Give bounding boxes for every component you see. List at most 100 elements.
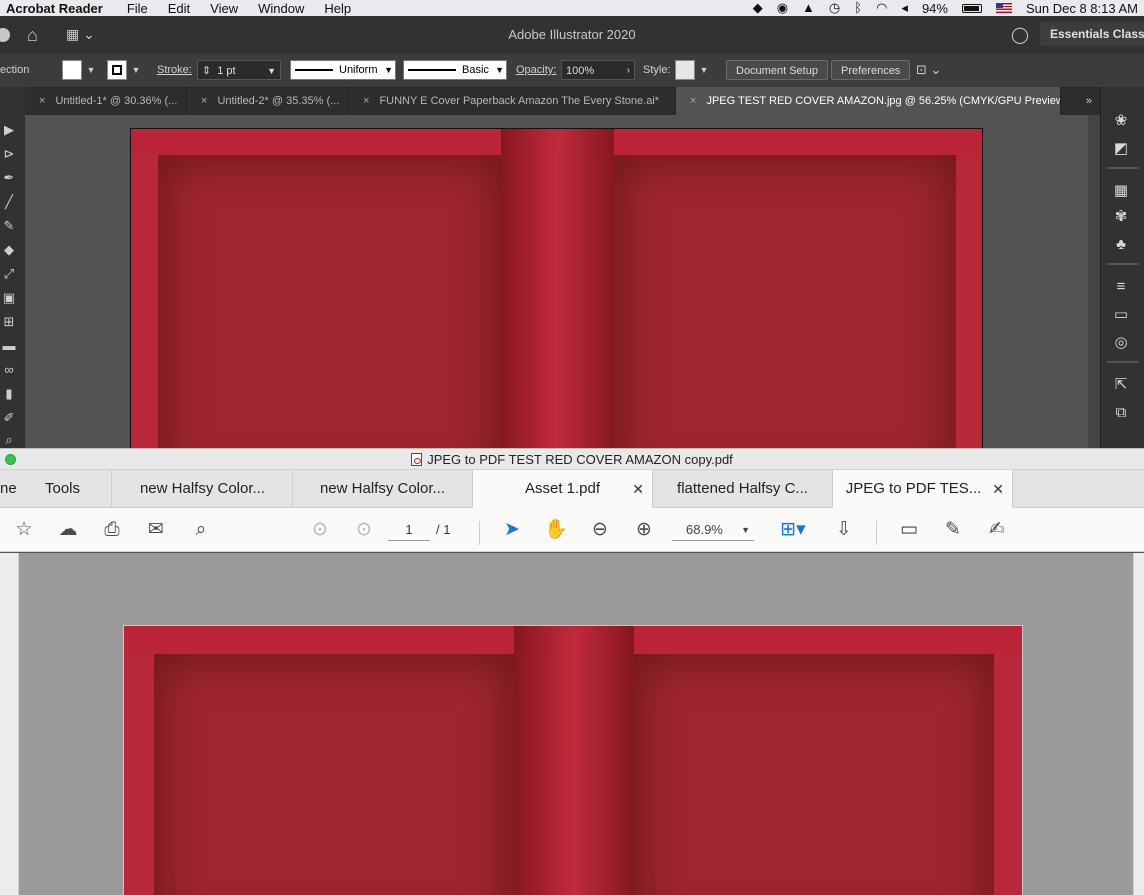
line-tool-icon[interactable]: ╱ xyxy=(0,193,18,211)
style-swatch[interactable] xyxy=(675,60,695,80)
email-icon[interactable]: ✉ xyxy=(144,518,168,542)
close-icon[interactable]: × xyxy=(39,95,45,107)
menubar-app-name[interactable]: Acrobat Reader xyxy=(6,1,103,16)
tab-home[interactable]: ne xyxy=(0,470,22,508)
tab-untitled-2[interactable]: × Untitled-2* @ 35.35% (... xyxy=(187,87,349,115)
scale-tool-icon[interactable]: ⤢ xyxy=(0,265,18,283)
gradient-panel-icon[interactable]: ▭ xyxy=(1111,305,1131,325)
input-source-flag-icon[interactable] xyxy=(995,3,1012,13)
tab-jpeg-to-pdf-test[interactable]: JPEG to PDF TES... ✕ xyxy=(833,470,1013,508)
blend-tool-icon[interactable]: ∞ xyxy=(0,361,18,379)
transparency-icon[interactable]: ◎ xyxy=(1111,333,1131,353)
stroke-swatch[interactable] xyxy=(107,60,127,80)
workspace-switcher[interactable]: Essentials Classic xyxy=(1040,22,1144,46)
export-icon[interactable]: ⇱ xyxy=(1111,375,1131,395)
tab-funny-e-cover[interactable]: × FUNNY E Cover Paperback Amazon The Ever… xyxy=(349,87,676,115)
notification-icon[interactable]: ▲ xyxy=(802,0,815,16)
direct-selection-tool-icon[interactable]: ⊳ xyxy=(0,145,18,163)
free-transform-tool-icon[interactable]: ▣ xyxy=(0,289,18,307)
chevron-down-icon[interactable]: ▼ xyxy=(741,519,750,541)
opacity-label[interactable]: Opacity: xyxy=(516,60,556,80)
hand-tool-icon[interactable]: ✋ xyxy=(544,518,568,542)
bluetooth-icon[interactable]: ᛒ xyxy=(854,0,862,16)
fill-swatch[interactable] xyxy=(62,60,82,80)
tab-new-halfsy-color-1[interactable]: new Halfsy Color... xyxy=(113,470,293,508)
gradient-tool-icon[interactable]: ▬ xyxy=(0,337,18,355)
battery-icon[interactable] xyxy=(961,3,982,13)
tab-jpeg-test-red-cover[interactable]: × JPEG TEST RED COVER AMAZON.jpg @ 56.25%… xyxy=(676,87,1061,115)
color-panel-icon[interactable]: ❀ xyxy=(1111,111,1131,131)
artboards-icon[interactable]: ⧉ xyxy=(1111,403,1131,423)
color-guide-icon[interactable]: ◩ xyxy=(1111,139,1131,159)
menu-view[interactable]: View xyxy=(210,1,238,16)
print-icon[interactable]: ⎙ xyxy=(100,518,124,542)
page-number-input[interactable]: 1 xyxy=(388,519,430,541)
brushes-icon[interactable]: ✾ xyxy=(1111,207,1131,227)
volume-icon[interactable]: ◂ xyxy=(901,0,908,16)
stroke-dropdown-icon[interactable]: ▼ xyxy=(129,60,143,80)
brush-tool-icon[interactable]: ✎ xyxy=(0,217,18,235)
select-cursor-icon[interactable]: ➤ xyxy=(500,518,524,542)
close-icon[interactable]: ✕ xyxy=(632,470,644,508)
close-icon[interactable]: ✕ xyxy=(992,470,1004,507)
menu-file[interactable]: File xyxy=(127,1,148,16)
stepper-icon[interactable]: ⇕ xyxy=(202,65,211,77)
brush-definition[interactable]: Basic ▼ xyxy=(403,60,507,80)
tab-flattened-halfsy[interactable]: flattened Halfsy C... xyxy=(653,470,833,508)
fill-dropdown-icon[interactable]: ▼ xyxy=(84,60,98,80)
graph-tool-icon[interactable]: ▮ xyxy=(0,385,18,403)
dropbox-icon[interactable]: ◆ xyxy=(753,0,763,16)
pen-tool-icon[interactable]: ✒ xyxy=(0,169,18,187)
menu-edit[interactable]: Edit xyxy=(168,1,190,16)
tab-untitled-1[interactable]: × Untitled-1* @ 30.36% (... xyxy=(25,87,187,115)
creative-cloud-icon[interactable]: ◉ xyxy=(777,0,788,16)
close-icon[interactable]: × xyxy=(690,95,696,107)
menu-help[interactable]: Help xyxy=(324,1,351,16)
tab-new-halfsy-color-2[interactable]: new Halfsy Color... xyxy=(293,470,473,508)
tab-tools[interactable]: Tools xyxy=(22,470,112,508)
mesh-tool-icon[interactable]: ⊞ xyxy=(0,313,18,331)
scroll-mode-icon[interactable]: ⇩ xyxy=(832,518,856,542)
style-dropdown-icon[interactable]: ▼ xyxy=(697,60,711,80)
stroke-weight-field[interactable]: ⇕ 1 pt ▼ xyxy=(197,60,281,80)
time-machine-icon[interactable]: ◷ xyxy=(829,0,840,16)
variable-width-profile[interactable]: Uniform ▼ xyxy=(290,60,396,80)
preferences-button[interactable]: Preferences xyxy=(831,60,911,80)
left-navigation-pane[interactable] xyxy=(0,553,19,895)
right-pane-edge[interactable] xyxy=(1133,553,1144,895)
acrobat-document-view[interactable] xyxy=(0,553,1144,895)
zoom-tool-icon[interactable]: ⌕ xyxy=(0,431,18,449)
previous-page-icon[interactable]: ⊙ xyxy=(308,518,332,542)
selection-tool-icon[interactable]: ▶ xyxy=(0,121,18,139)
document-setup-button[interactable]: Document Setup xyxy=(726,60,828,80)
page-fit-icon[interactable]: ⊞▾ xyxy=(776,518,810,542)
eyedropper-tool-icon[interactable]: ✐ xyxy=(0,409,18,427)
stroke-label[interactable]: Stroke: xyxy=(157,60,192,80)
chevron-down-icon[interactable]: ▼ xyxy=(267,61,276,81)
discover-bulb-icon[interactable]: ◯ xyxy=(1011,25,1029,45)
arrange-icon[interactable]: ⊡ ⌄ xyxy=(916,60,941,80)
comment-icon[interactable]: ▭ xyxy=(897,518,921,542)
bookmark-star-icon[interactable]: ☆ xyxy=(12,518,36,542)
close-icon[interactable]: × xyxy=(363,95,369,107)
zoom-in-icon[interactable]: ⊕ xyxy=(632,518,656,542)
swatches-icon[interactable]: ▦ xyxy=(1111,181,1131,201)
sign-icon[interactable]: ✍ xyxy=(985,518,1009,542)
zoom-out-icon[interactable]: ⊖ xyxy=(588,518,612,542)
zoom-level-dropdown[interactable]: 68.9% ▼ xyxy=(672,519,754,541)
illustrator-vertical-scrollbar[interactable] xyxy=(1088,115,1100,448)
menu-window[interactable]: Window xyxy=(258,1,304,16)
highlight-icon[interactable]: ✎ xyxy=(941,518,965,542)
illustrator-canvas[interactable] xyxy=(25,115,1088,448)
next-page-icon[interactable]: ⊙ xyxy=(352,518,376,542)
eraser-tool-icon[interactable]: ◆ xyxy=(0,241,18,259)
wifi-icon[interactable]: ◠ xyxy=(876,0,887,16)
upload-cloud-icon[interactable]: ☁ xyxy=(56,518,80,542)
menubar-clock[interactable]: Sun Dec 8 8:13 AM xyxy=(1026,1,1138,16)
stroke-panel-icon[interactable]: ≡ xyxy=(1111,277,1131,297)
chevron-right-icon[interactable]: › xyxy=(627,61,630,81)
tab-asset-1[interactable]: Asset 1.pdf ✕ xyxy=(473,470,653,508)
symbols-icon[interactable]: ♣ xyxy=(1111,235,1131,255)
chevron-down-icon[interactable]: ▼ xyxy=(495,60,504,80)
search-icon[interactable]: ⌕ xyxy=(189,518,213,542)
